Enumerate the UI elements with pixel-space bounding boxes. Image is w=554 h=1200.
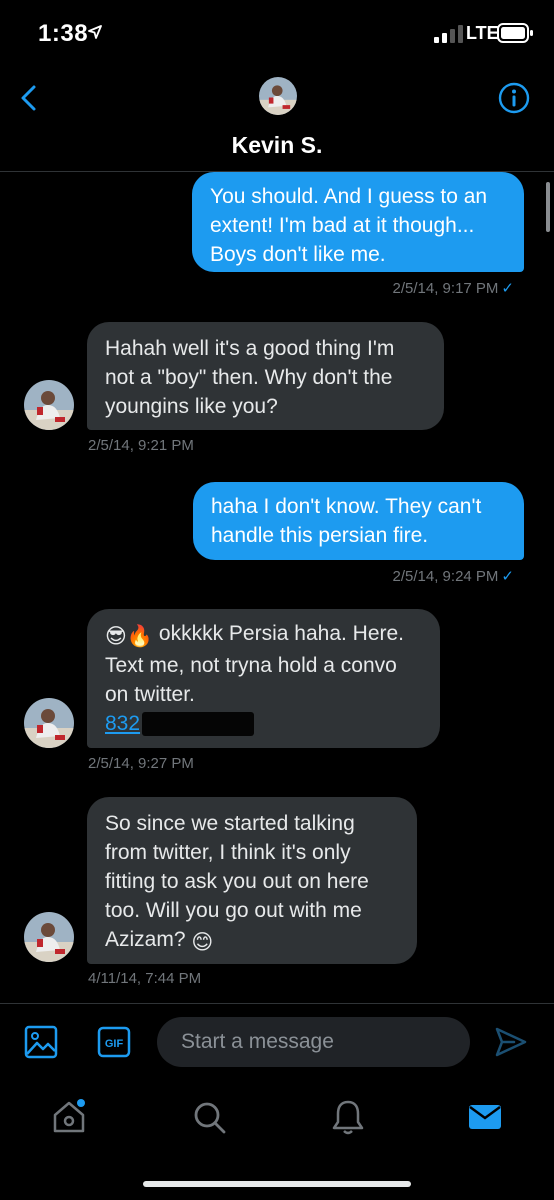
message-timestamp: 4/11/14, 7:44 PM <box>88 970 202 987</box>
back-chevron-icon[interactable] <box>14 82 46 114</box>
image-icon[interactable] <box>24 1025 58 1059</box>
smiling-emoji-icon: 😊 <box>191 931 214 954</box>
status-time: 1:38 <box>38 20 89 47</box>
conversation-header: Kevin S. <box>0 68 554 172</box>
sender-avatar[interactable] <box>24 912 74 962</box>
bottom-tab-bar <box>0 1079 554 1200</box>
redaction-mark <box>142 712 255 737</box>
message-timestamp: 2/5/14, 9:27 PM <box>88 755 194 772</box>
sender-avatar[interactable] <box>24 380 74 430</box>
notifications-bell-icon[interactable] <box>328 1097 368 1137</box>
message-bubble-received[interactable]: Hahah well it's a good thing I'm not a "… <box>87 322 444 430</box>
status-bar: 1:38 LTE <box>0 0 554 68</box>
search-icon[interactable] <box>189 1097 229 1137</box>
location-arrow-icon <box>88 25 102 39</box>
read-check-icon: ✓ <box>501 280 514 297</box>
gif-label: GIF <box>105 1038 124 1050</box>
message-bubble-sent[interactable]: You should. And I guess to an extent! I'… <box>192 172 524 272</box>
home-indicator[interactable] <box>143 1181 411 1187</box>
sender-avatar[interactable] <box>24 698 74 748</box>
scrollbar[interactable] <box>546 182 550 232</box>
message-composer: GIF <box>0 1003 554 1080</box>
timestamp-text: 2/5/14, 9:17 PM <box>392 280 499 297</box>
message-bubble-received[interactable]: 😎🔥 okkkkk Persia haha. Here. Text me, no… <box>87 609 440 748</box>
fire-emoji-icon: 🔥 <box>126 625 154 648</box>
home-icon[interactable] <box>49 1097 89 1137</box>
send-icon[interactable] <box>494 1025 528 1059</box>
message-text: Hahah well it's a good thing I'm not a "… <box>105 337 395 418</box>
message-text: You should. And I guess to an extent! I'… <box>210 185 488 266</box>
info-icon[interactable] <box>498 82 530 114</box>
message-text: So since we started talking from twitter… <box>105 812 369 951</box>
signal-icon <box>434 25 463 43</box>
message-timestamp: 2/5/14, 9:17 PM ✓ <box>393 279 514 297</box>
message-bubble-sent[interactable]: haha I don't know. They can't handle thi… <box>193 482 524 560</box>
message-input[interactable] <box>157 1017 470 1067</box>
battery-icon <box>497 23 533 43</box>
message-timestamp: 2/5/14, 9:24 PM ✓ <box>393 567 514 585</box>
messages-envelope-icon[interactable] <box>465 1097 505 1137</box>
header-avatar[interactable] <box>259 77 297 115</box>
message-timestamp: 2/5/14, 9:21 PM <box>88 437 194 454</box>
timestamp-text: 2/5/14, 9:24 PM <box>392 568 499 585</box>
sunglasses-emoji-icon: 😎 <box>105 625 127 648</box>
contact-name: Kevin S. <box>231 132 323 158</box>
read-check-icon: ✓ <box>501 568 514 585</box>
gif-icon[interactable]: GIF <box>97 1026 131 1058</box>
message-bubble-received[interactable]: So since we started talking from twitter… <box>87 797 417 964</box>
phone-number-link[interactable]: 832 <box>105 712 140 735</box>
network-type: LTE <box>466 23 499 43</box>
message-text: haha I don't know. They can't handle thi… <box>211 495 482 547</box>
